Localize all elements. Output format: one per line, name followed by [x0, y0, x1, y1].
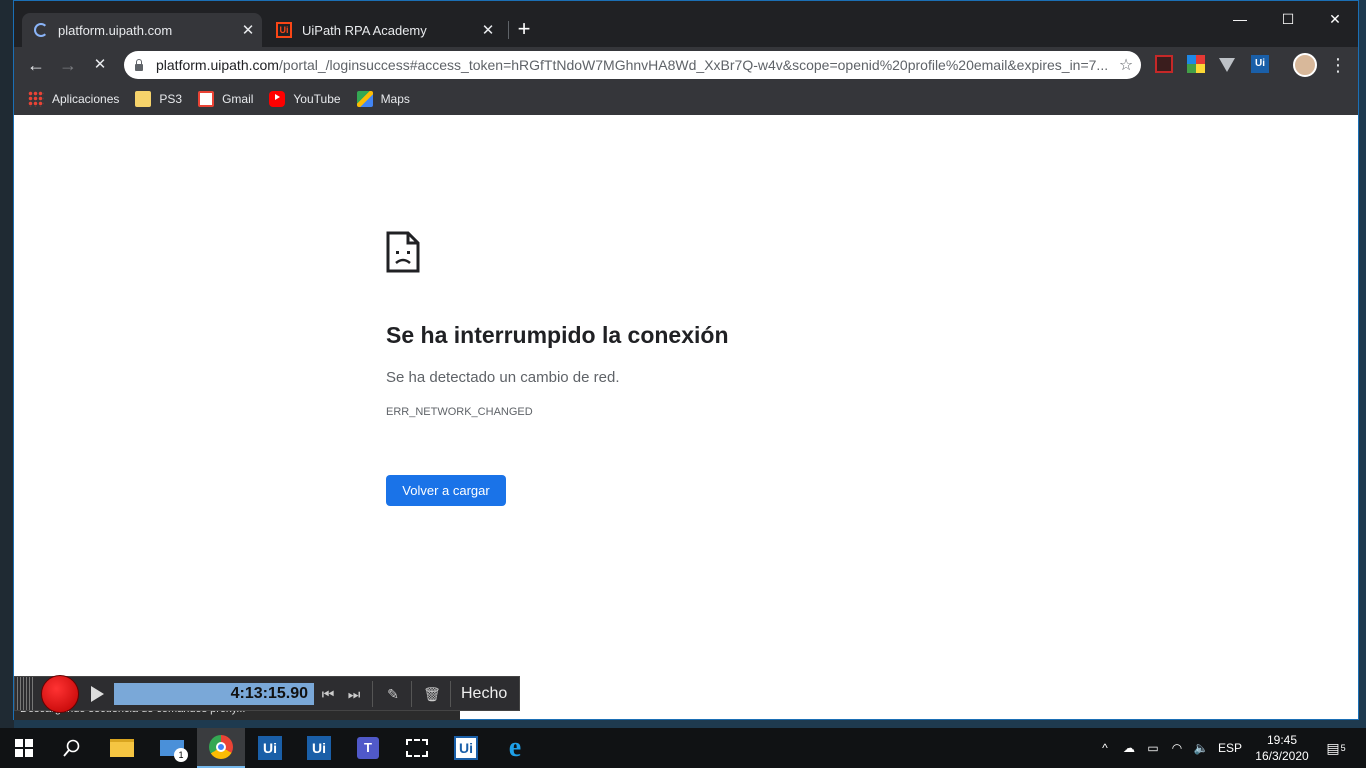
maps-icon [356, 91, 373, 107]
search-icon[interactable] [48, 728, 96, 768]
bookmark-label: Gmail [222, 92, 254, 106]
apps-grid-icon [28, 91, 44, 107]
forward-button[interactable]: → [56, 53, 80, 77]
maximize-button[interactable]: ☐ [1265, 5, 1311, 33]
internet-explorer-icon[interactable]: e [491, 728, 539, 768]
error-title: Se ha interrumpido la conexión [386, 322, 729, 348]
tab-close-icon[interactable]: ✕ [234, 21, 262, 39]
chrome-icon[interactable] [197, 728, 245, 768]
play-icon[interactable] [91, 685, 104, 702]
uipath-favicon-icon: Ui [276, 22, 292, 38]
browser-toolbar: ← → ✕ platform.uipath.com/portal_/logins… [14, 47, 1358, 83]
uipath-assistant-icon[interactable]: Ui [442, 728, 490, 768]
address-bar[interactable]: platform.uipath.com/portal_/loginsuccess… [124, 51, 1141, 79]
bookmark-label: PS3 [159, 92, 183, 106]
tab-title: platform.uipath.com [58, 22, 173, 38]
tab-platform-uipath[interactable]: platform.uipath.com ✕ [22, 13, 262, 47]
teams-icon[interactable]: T [344, 728, 392, 768]
broken-page-icon [386, 231, 420, 273]
notification-count: 5 [1340, 743, 1346, 753]
tab-strip: platform.uipath.com ✕ Ui UiPath RPA Acad… [14, 1, 1358, 47]
address-url[interactable]: platform.uipath.com/portal_/loginsuccess… [156, 57, 1111, 73]
gmail-icon [198, 91, 215, 107]
clock-date: 16/3/2020 [1255, 749, 1309, 763]
reload-button[interactable]: Volver a cargar [386, 475, 506, 506]
volume-icon[interactable]: 🔈 [1190, 728, 1212, 768]
language-indicator[interactable]: ESP [1214, 728, 1246, 768]
recorder-toolbar: 4:13:15.90 ⏮ ⏭ ✎ 🗑 Hecho [14, 674, 520, 713]
system-clock[interactable]: 19:45 16/3/2020 [1250, 732, 1314, 764]
uipath-icon[interactable]: Ui [1251, 55, 1269, 73]
timer-display: 4:13:15.90 [114, 682, 314, 705]
bookmark-label: Aplicaciones [52, 92, 120, 106]
done-button[interactable]: Hecho [461, 685, 507, 703]
windows-start-icon[interactable] [0, 728, 48, 768]
pencil-icon[interactable]: ✎ [381, 682, 405, 706]
close-window-button[interactable]: ✕ [1312, 5, 1358, 33]
bookmark-aplicaciones[interactable]: Aplicaciones [28, 91, 119, 107]
uipath-robot-icon[interactable]: Ui [295, 728, 343, 768]
tray-chevron-icon[interactable]: ^ [1094, 728, 1116, 768]
divider [411, 680, 412, 707]
page-content: Se ha interrumpido la conexión Se ha det… [14, 115, 1358, 719]
bookmarks-bar: Aplicaciones PS3 Gmail YouTube Maps [14, 83, 1358, 115]
bookmark-gmail[interactable]: Gmail [198, 91, 253, 107]
chrome-menu-icon[interactable]: ⋮ [1329, 53, 1347, 77]
url-path: /portal_/loginsuccess#access_token=hRGfT… [278, 57, 1109, 73]
divider [450, 680, 451, 707]
new-tab-button[interactable]: + [512, 15, 536, 43]
profile-avatar[interactable] [1293, 53, 1317, 77]
desktop-background-strip [0, 0, 14, 728]
trash-icon[interactable]: 🗑 [420, 682, 444, 706]
mail-icon[interactable]: 1 [148, 728, 196, 768]
tab-uipath-academy[interactable]: Ui UiPath RPA Academy ✕ [264, 13, 502, 47]
bookmark-label: Maps [380, 92, 410, 106]
tab-title: UiPath RPA Academy [302, 22, 427, 38]
notification-center-icon[interactable]: ▤ 5 [1318, 728, 1354, 768]
tab-separator [508, 21, 509, 39]
onedrive-icon[interactable]: ☁ [1118, 728, 1140, 768]
color-grid-icon[interactable] [1187, 55, 1205, 73]
back-button[interactable]: ← [24, 53, 48, 77]
bookmark-label: YouTube [293, 92, 341, 106]
pdf-icon[interactable] [1155, 55, 1173, 73]
uipath-studio-icon[interactable]: Ui [246, 728, 294, 768]
url-host: platform.uipath.com [156, 57, 279, 73]
bookmark-star-icon[interactable]: ☆ [1111, 55, 1141, 75]
mail-badge: 1 [174, 748, 188, 762]
taskbar: 1 Ui Ui T Ui e ^ ☁ ▭ ◠ 🔈 ESP 19:45 16/3/… [0, 728, 1366, 768]
youtube-icon [269, 91, 286, 107]
stop-loading-button[interactable]: ✕ [88, 53, 112, 77]
skip-back-icon[interactable]: ⏮ [316, 682, 340, 706]
bookmark-ps3[interactable]: PS3 [135, 91, 182, 107]
bookmark-youtube[interactable]: YouTube [269, 91, 341, 107]
clock-time: 19:45 [1266, 733, 1298, 747]
battery-icon[interactable]: ▭ [1142, 728, 1164, 768]
snipping-tool-icon[interactable] [393, 728, 441, 768]
skip-forward-icon[interactable]: ⏭ [342, 682, 366, 706]
error-code: ERR_NETWORK_CHANGED [386, 406, 533, 418]
divider [372, 680, 373, 707]
tab-close-icon[interactable]: ✕ [474, 21, 502, 39]
lock-icon[interactable] [134, 59, 144, 71]
record-button[interactable] [41, 674, 79, 713]
folder-icon [135, 91, 152, 107]
vee-icon[interactable] [1219, 58, 1235, 72]
minimize-button[interactable]: — [1217, 5, 1263, 33]
file-explorer-icon[interactable] [98, 728, 146, 768]
loading-spinner-icon [34, 23, 48, 37]
bookmark-maps[interactable]: Maps [356, 91, 410, 107]
wifi-icon[interactable]: ◠ [1166, 728, 1188, 768]
drag-handle[interactable] [17, 677, 35, 710]
error-subtitle: Se ha detectado un cambio de red. [386, 369, 620, 386]
browser-window: platform.uipath.com ✕ Ui UiPath RPA Acad… [13, 0, 1359, 720]
